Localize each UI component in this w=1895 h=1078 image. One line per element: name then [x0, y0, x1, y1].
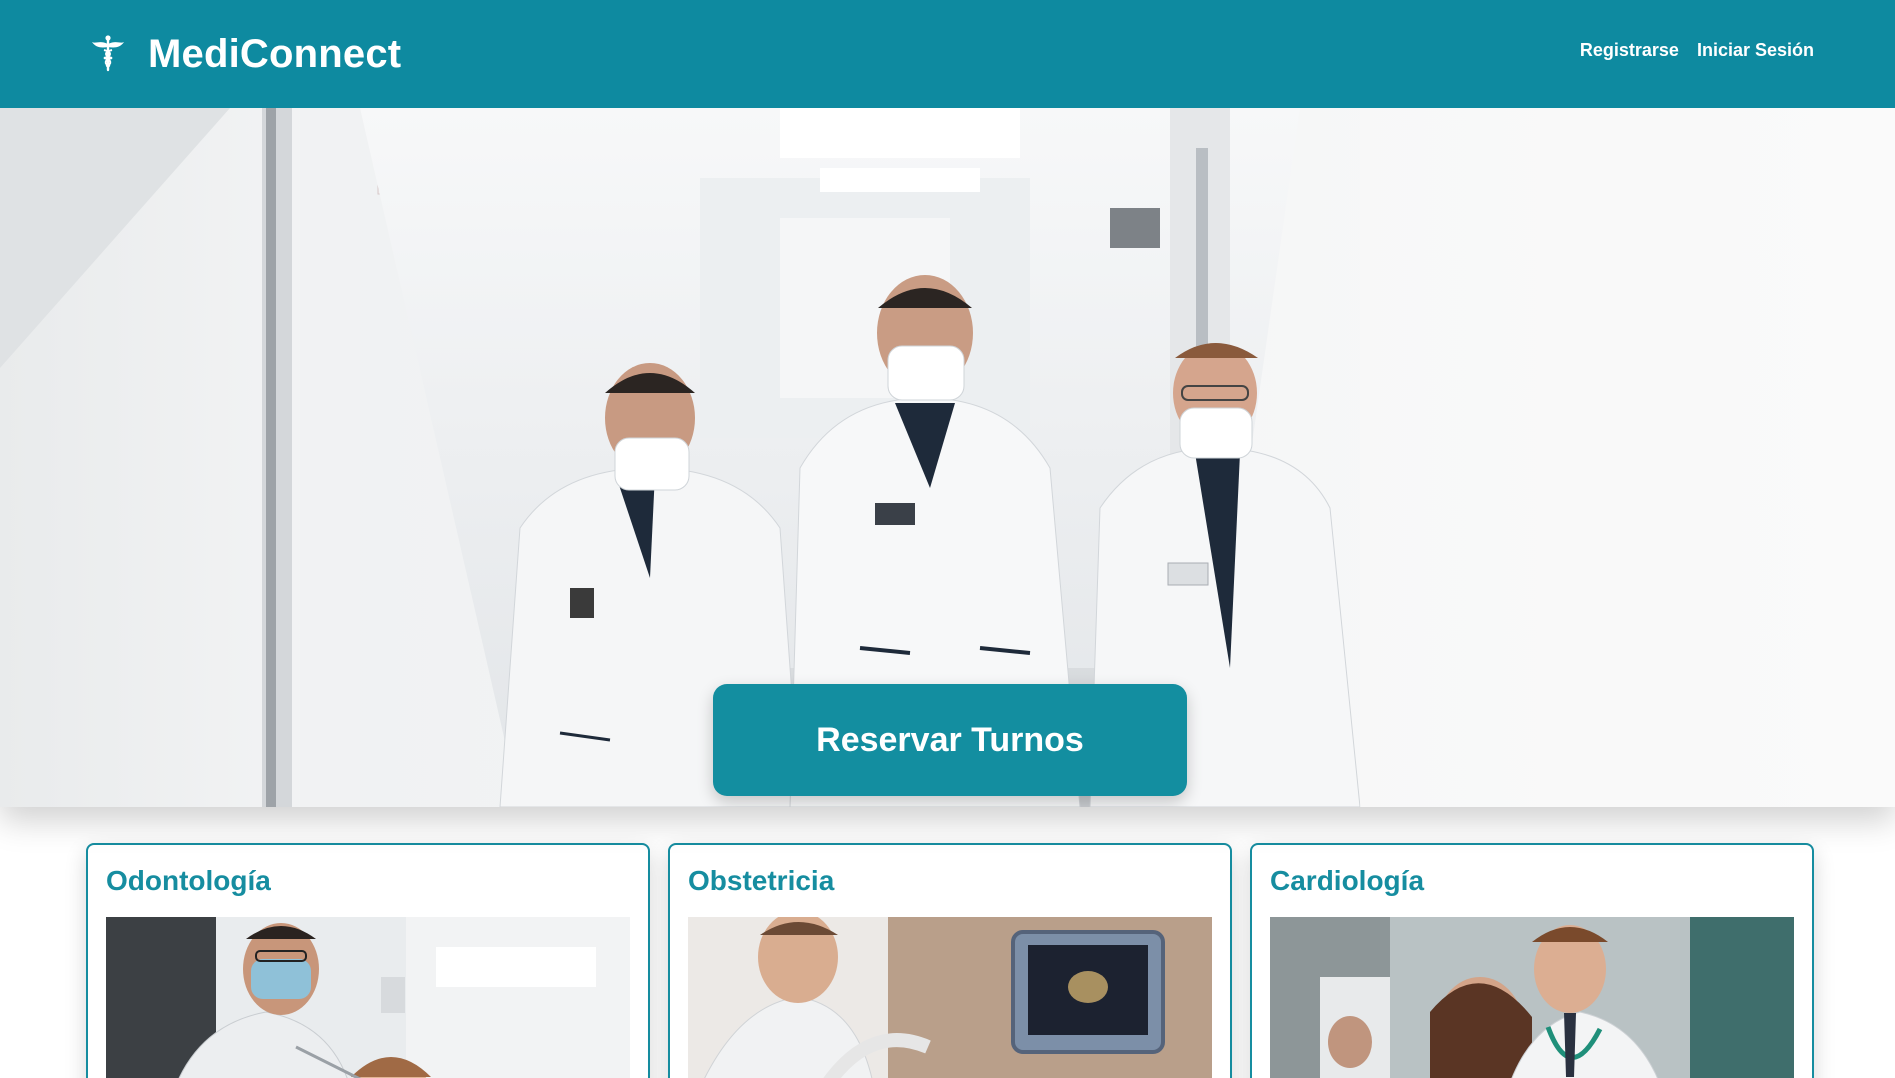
caduceus-icon [92, 35, 124, 72]
brand-name: MediConnect [148, 32, 402, 76]
register-link[interactable]: Registrarse [1580, 40, 1679, 61]
specialties-section: Odontología Obstetricia Cardiología [86, 843, 1814, 1078]
ultrasound-photo [688, 917, 1212, 1078]
login-link[interactable]: Iniciar Sesión [1697, 40, 1814, 61]
header-nav: Registrarse Iniciar Sesión [1562, 40, 1814, 61]
specialty-title: Cardiología [1270, 865, 1425, 896]
specialty-card-cardiologia[interactable]: Cardiología [1250, 843, 1814, 1078]
specialty-card-obstetricia[interactable]: Obstetricia [668, 843, 1232, 1078]
specialty-title: Obstetricia [688, 865, 835, 896]
top-navbar: MediConnect Registrarse Iniciar Sesión [0, 0, 1895, 108]
dentist-photo [106, 917, 630, 1078]
specialty-card-odontologia[interactable]: Odontología [86, 843, 650, 1078]
hero-section: Reservar Turnos [0, 108, 1895, 807]
logo-link[interactable]: MediConnect [90, 26, 401, 82]
specialty-title: Odontología [106, 865, 271, 896]
book-appointment-button[interactable]: Reservar Turnos [713, 684, 1187, 796]
cardiology-photo [1270, 917, 1794, 1078]
